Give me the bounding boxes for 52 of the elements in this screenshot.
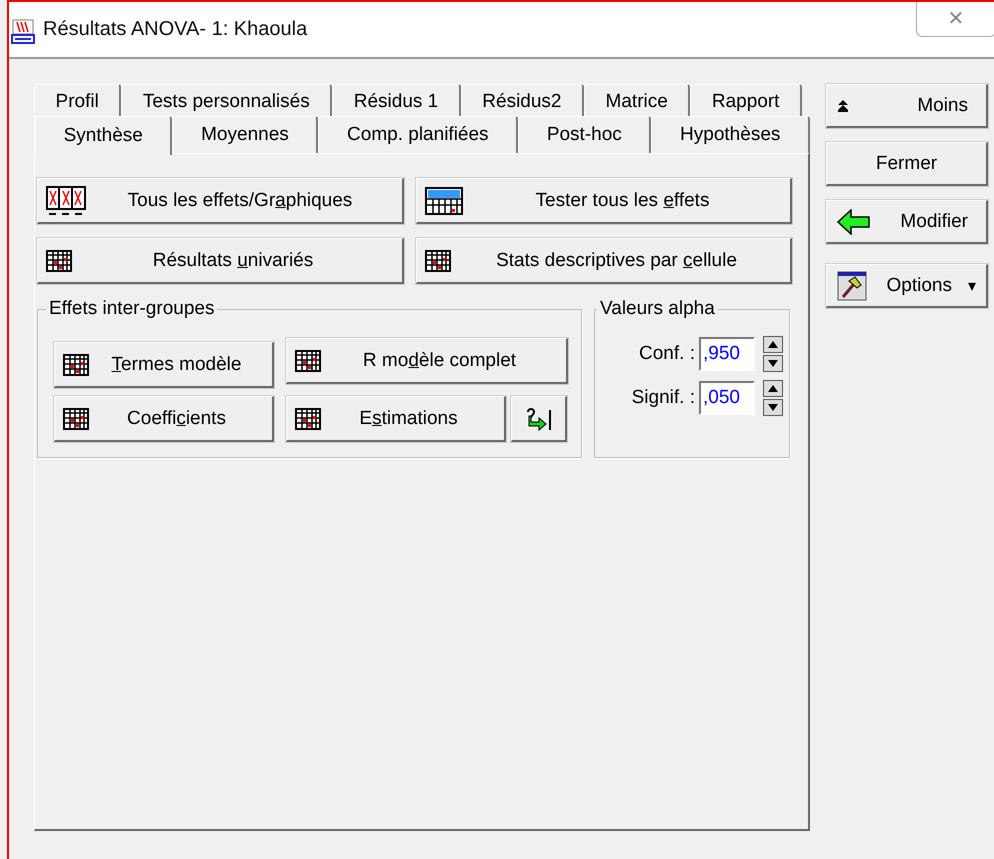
spin-up-button[interactable] [763, 336, 783, 353]
left-arrow-icon [837, 208, 871, 234]
up-arrow-icon [837, 100, 849, 112]
group-title: Valeurs alpha [599, 298, 716, 320]
export-button[interactable] [511, 396, 567, 442]
side-button[interactable]: Options ▾ [826, 264, 988, 308]
chart-icon [46, 186, 86, 216]
hammer-icon [837, 270, 867, 300]
tab[interactable]: Synthèse [34, 116, 172, 155]
action-button[interactable]: Termes modèle [54, 342, 274, 388]
tab[interactable]: Profil [34, 84, 122, 118]
down-triangle-icon [768, 360, 778, 367]
side-button[interactable]: Fermer [826, 142, 988, 186]
tab[interactable]: Comp. planifiées [318, 116, 518, 153]
spin-down-button[interactable] [763, 355, 783, 372]
tab[interactable]: Résidus2 [460, 84, 584, 118]
side-button[interactable]: Moins [826, 84, 988, 128]
field-label: Conf. : [639, 343, 695, 365]
table-icon [295, 408, 321, 430]
table-icon [425, 250, 451, 272]
table-icon [425, 186, 463, 214]
table-icon [46, 250, 72, 272]
up-triangle-icon [768, 341, 778, 348]
action-button[interactable]: Stats descriptives par cellule [416, 238, 792, 284]
up-triangle-icon [768, 385, 778, 392]
tab[interactable]: Matrice [584, 84, 690, 118]
arrow-icon [524, 406, 552, 432]
action-button[interactable]: Coefficients [54, 396, 274, 442]
spin-down-button[interactable] [763, 399, 783, 416]
side-button[interactable]: Modifier [826, 200, 988, 244]
tab[interactable]: Hypothèses [651, 116, 810, 153]
input-field[interactable]: ,950 [699, 337, 755, 371]
action-button[interactable]: R modèle complet [286, 338, 568, 384]
input-field[interactable]: ,050 [699, 381, 755, 415]
action-button[interactable]: Tester tous les effets [416, 178, 792, 224]
tab[interactable]: Rapport [690, 84, 802, 118]
tab[interactable]: Tests personnalisés [121, 84, 332, 118]
table-icon [63, 408, 89, 430]
action-button[interactable]: Estimations [286, 396, 506, 442]
table-icon [295, 350, 321, 372]
spin-up-button[interactable] [763, 380, 783, 397]
action-button[interactable]: Tous les effets/Graphiques [37, 178, 404, 224]
down-triangle-icon [768, 404, 778, 411]
table-icon [63, 354, 89, 376]
window-title: Résultats ANOVA- 1: Khaoula [43, 18, 308, 41]
tab[interactable]: Moyennes [172, 116, 318, 153]
action-button[interactable]: Résultats univariés [37, 238, 404, 284]
field-label: Signif. : [632, 387, 695, 409]
tab[interactable]: Résidus 1 [332, 84, 461, 118]
group-title: Effets inter-groupes [48, 298, 216, 320]
tab[interactable]: Post-hoc [518, 116, 652, 153]
close-button[interactable]: ✕ [916, 2, 994, 37]
